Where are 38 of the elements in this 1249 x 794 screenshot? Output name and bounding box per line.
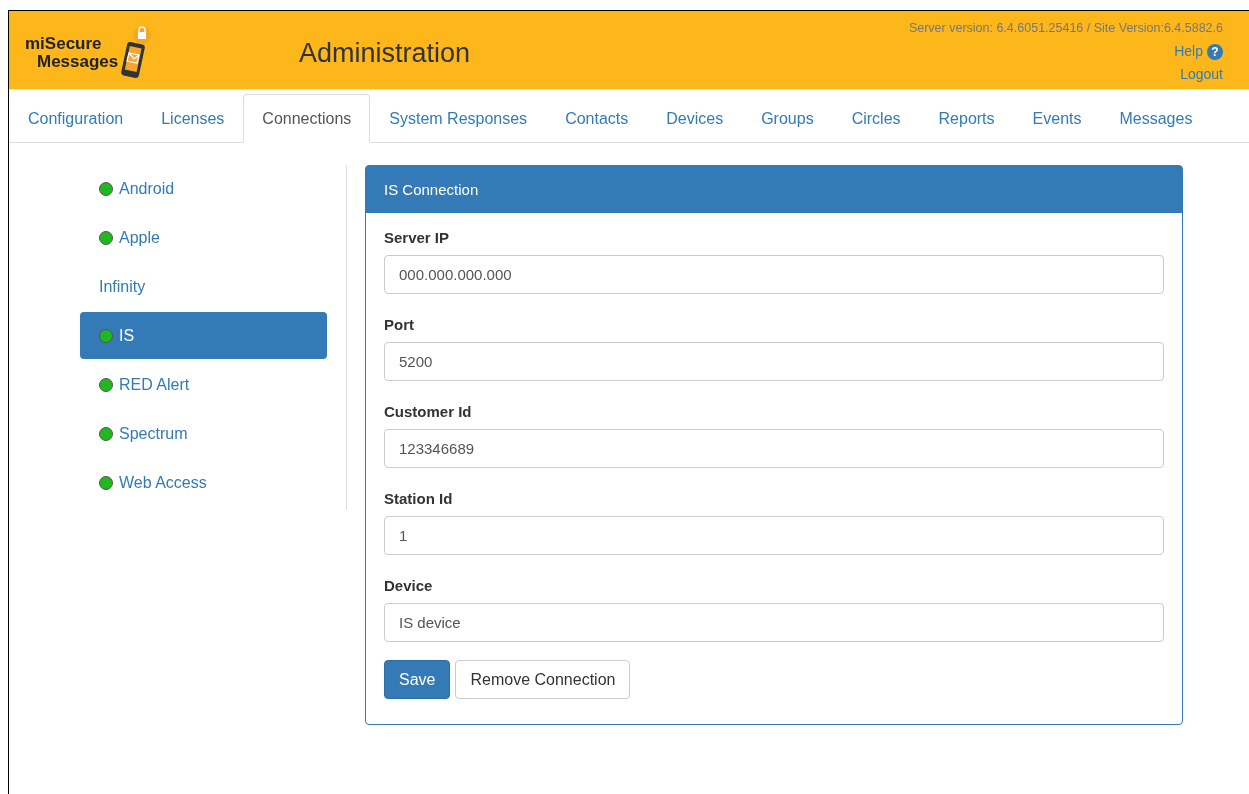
input-field[interactable]: IS device [384, 603, 1164, 642]
nav-tab[interactable]: Groups [742, 94, 833, 143]
sidebar-item[interactable]: Android [80, 165, 327, 212]
input-field[interactable]: 123346689 [384, 429, 1164, 468]
sidebar-item[interactable]: IS [80, 312, 327, 359]
nav-tab[interactable]: Circles [832, 94, 920, 143]
sidebar-item[interactable]: Web Access [80, 459, 327, 506]
input-field[interactable]: 5200 [384, 342, 1164, 381]
sidebar-item[interactable]: RED Alert [80, 361, 327, 408]
nav-tab[interactable]: Messages [1100, 94, 1212, 143]
nav-tab[interactable]: Devices [647, 94, 743, 143]
page-title: Administration [299, 37, 471, 70]
nav-tab[interactable]: System Responses [370, 94, 547, 143]
sidebar-item[interactable]: Spectrum [80, 410, 327, 457]
input-field[interactable]: 1 [384, 516, 1164, 555]
field-label: Port [384, 315, 415, 333]
field-label: Station Id [384, 489, 454, 507]
nav-tab[interactable]: Reports [919, 94, 1014, 143]
field-label: Device [384, 576, 434, 594]
remove-button[interactable]: Remove Connection [455, 660, 631, 699]
nav-tab[interactable]: Licenses [142, 94, 244, 143]
panel-heading: IS Connection [366, 166, 1182, 213]
sidebar-item[interactable]: Infinity [80, 263, 327, 310]
field-label: Customer Id [384, 402, 473, 420]
save-button[interactable]: Save [384, 660, 451, 699]
nav-tab[interactable]: Connections [243, 94, 371, 143]
help-link[interactable]: Help ? [1174, 40, 1223, 63]
logo-text: miSecure [25, 35, 103, 53]
input-field[interactable]: 000.000.000.000 [384, 255, 1164, 294]
help-icon: ? [1207, 43, 1223, 60]
logout-link[interactable]: Logout [1180, 63, 1223, 86]
field-label: Server IP [384, 228, 451, 246]
sidebar-item[interactable]: Apple [80, 214, 327, 261]
logo-text: Messages [36, 53, 119, 71]
nav-tab[interactable]: Contacts [546, 94, 648, 143]
version-text: Server version: 6.4.6051.25416 / Site Version:6.4.5882.6 [908, 20, 1223, 37]
nav-tab[interactable]: Configuration [9, 94, 143, 143]
nav-tab[interactable]: Events [1013, 94, 1101, 143]
